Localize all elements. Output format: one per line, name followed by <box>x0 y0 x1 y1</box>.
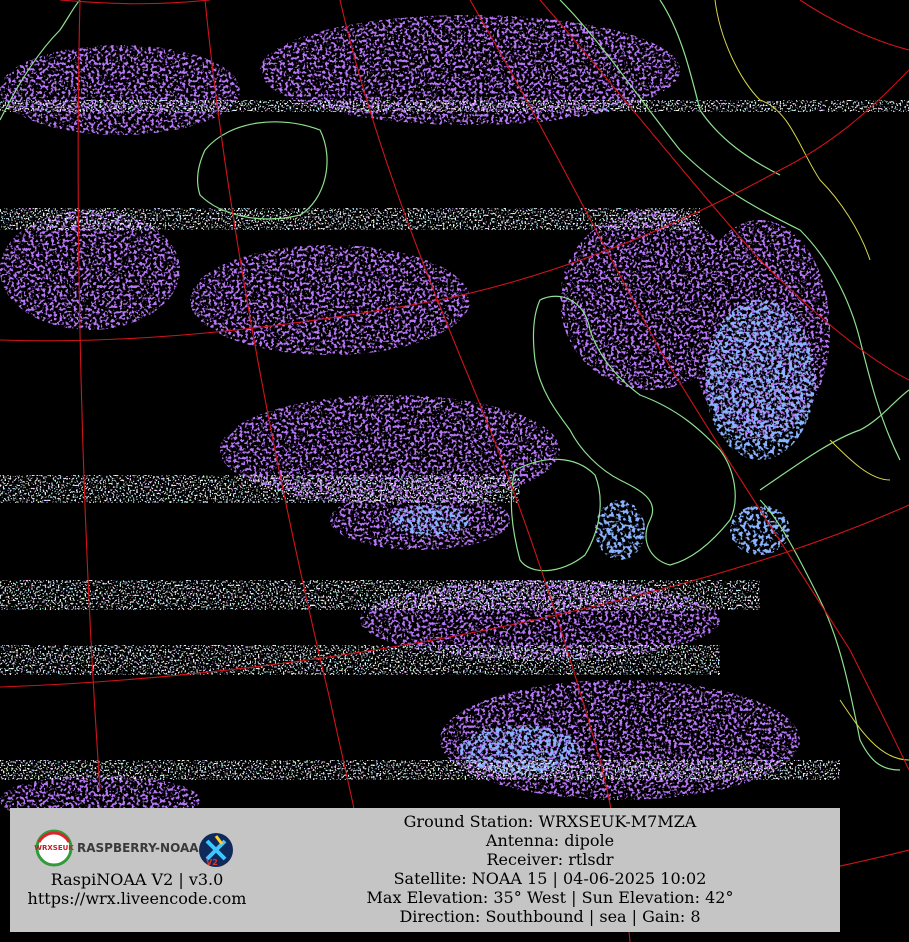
satellite-image <box>0 0 909 942</box>
wordmark: RASPBERRY-NOAA <box>77 841 199 855</box>
antenna-line: Antenna: dipole <box>485 831 615 850</box>
pass-details: Ground Station: WRXSEUK-M7MZA Antenna: d… <box>310 812 790 926</box>
satellite-line: Satellite: NOAA 15 | 04-06-2025 10:02 <box>393 869 707 888</box>
ground-station-line: Ground Station: WRXSEUK-M7MZA <box>403 812 697 831</box>
direction-line: Direction: Southbound | sea | Gain: 8 <box>399 907 701 926</box>
version-line: RaspiNOAA V2 | v3.0 <box>50 870 224 889</box>
info-panel: WRXSEUK RASPBERRY-NOAA V2 RaspiNOAA V2 |… <box>10 808 840 932</box>
url-line: https://wrx.liveencode.com <box>27 889 247 908</box>
station-branding: RaspiNOAA V2 | v3.0 https://wrx.liveenco… <box>10 870 264 908</box>
badge-text: WRXSEUK <box>34 844 74 852</box>
logo: WRXSEUK RASPBERRY-NOAA V2 <box>34 829 233 867</box>
version-badge-text: V2 <box>206 858 218 867</box>
elevation-line: Max Elevation: 35° West | Sun Elevation:… <box>366 888 734 907</box>
wrxseuk-badge: WRXSEUK <box>34 829 74 867</box>
version-badge: V2 <box>199 833 233 867</box>
receiver-line: Receiver: rtlsdr <box>486 850 614 869</box>
